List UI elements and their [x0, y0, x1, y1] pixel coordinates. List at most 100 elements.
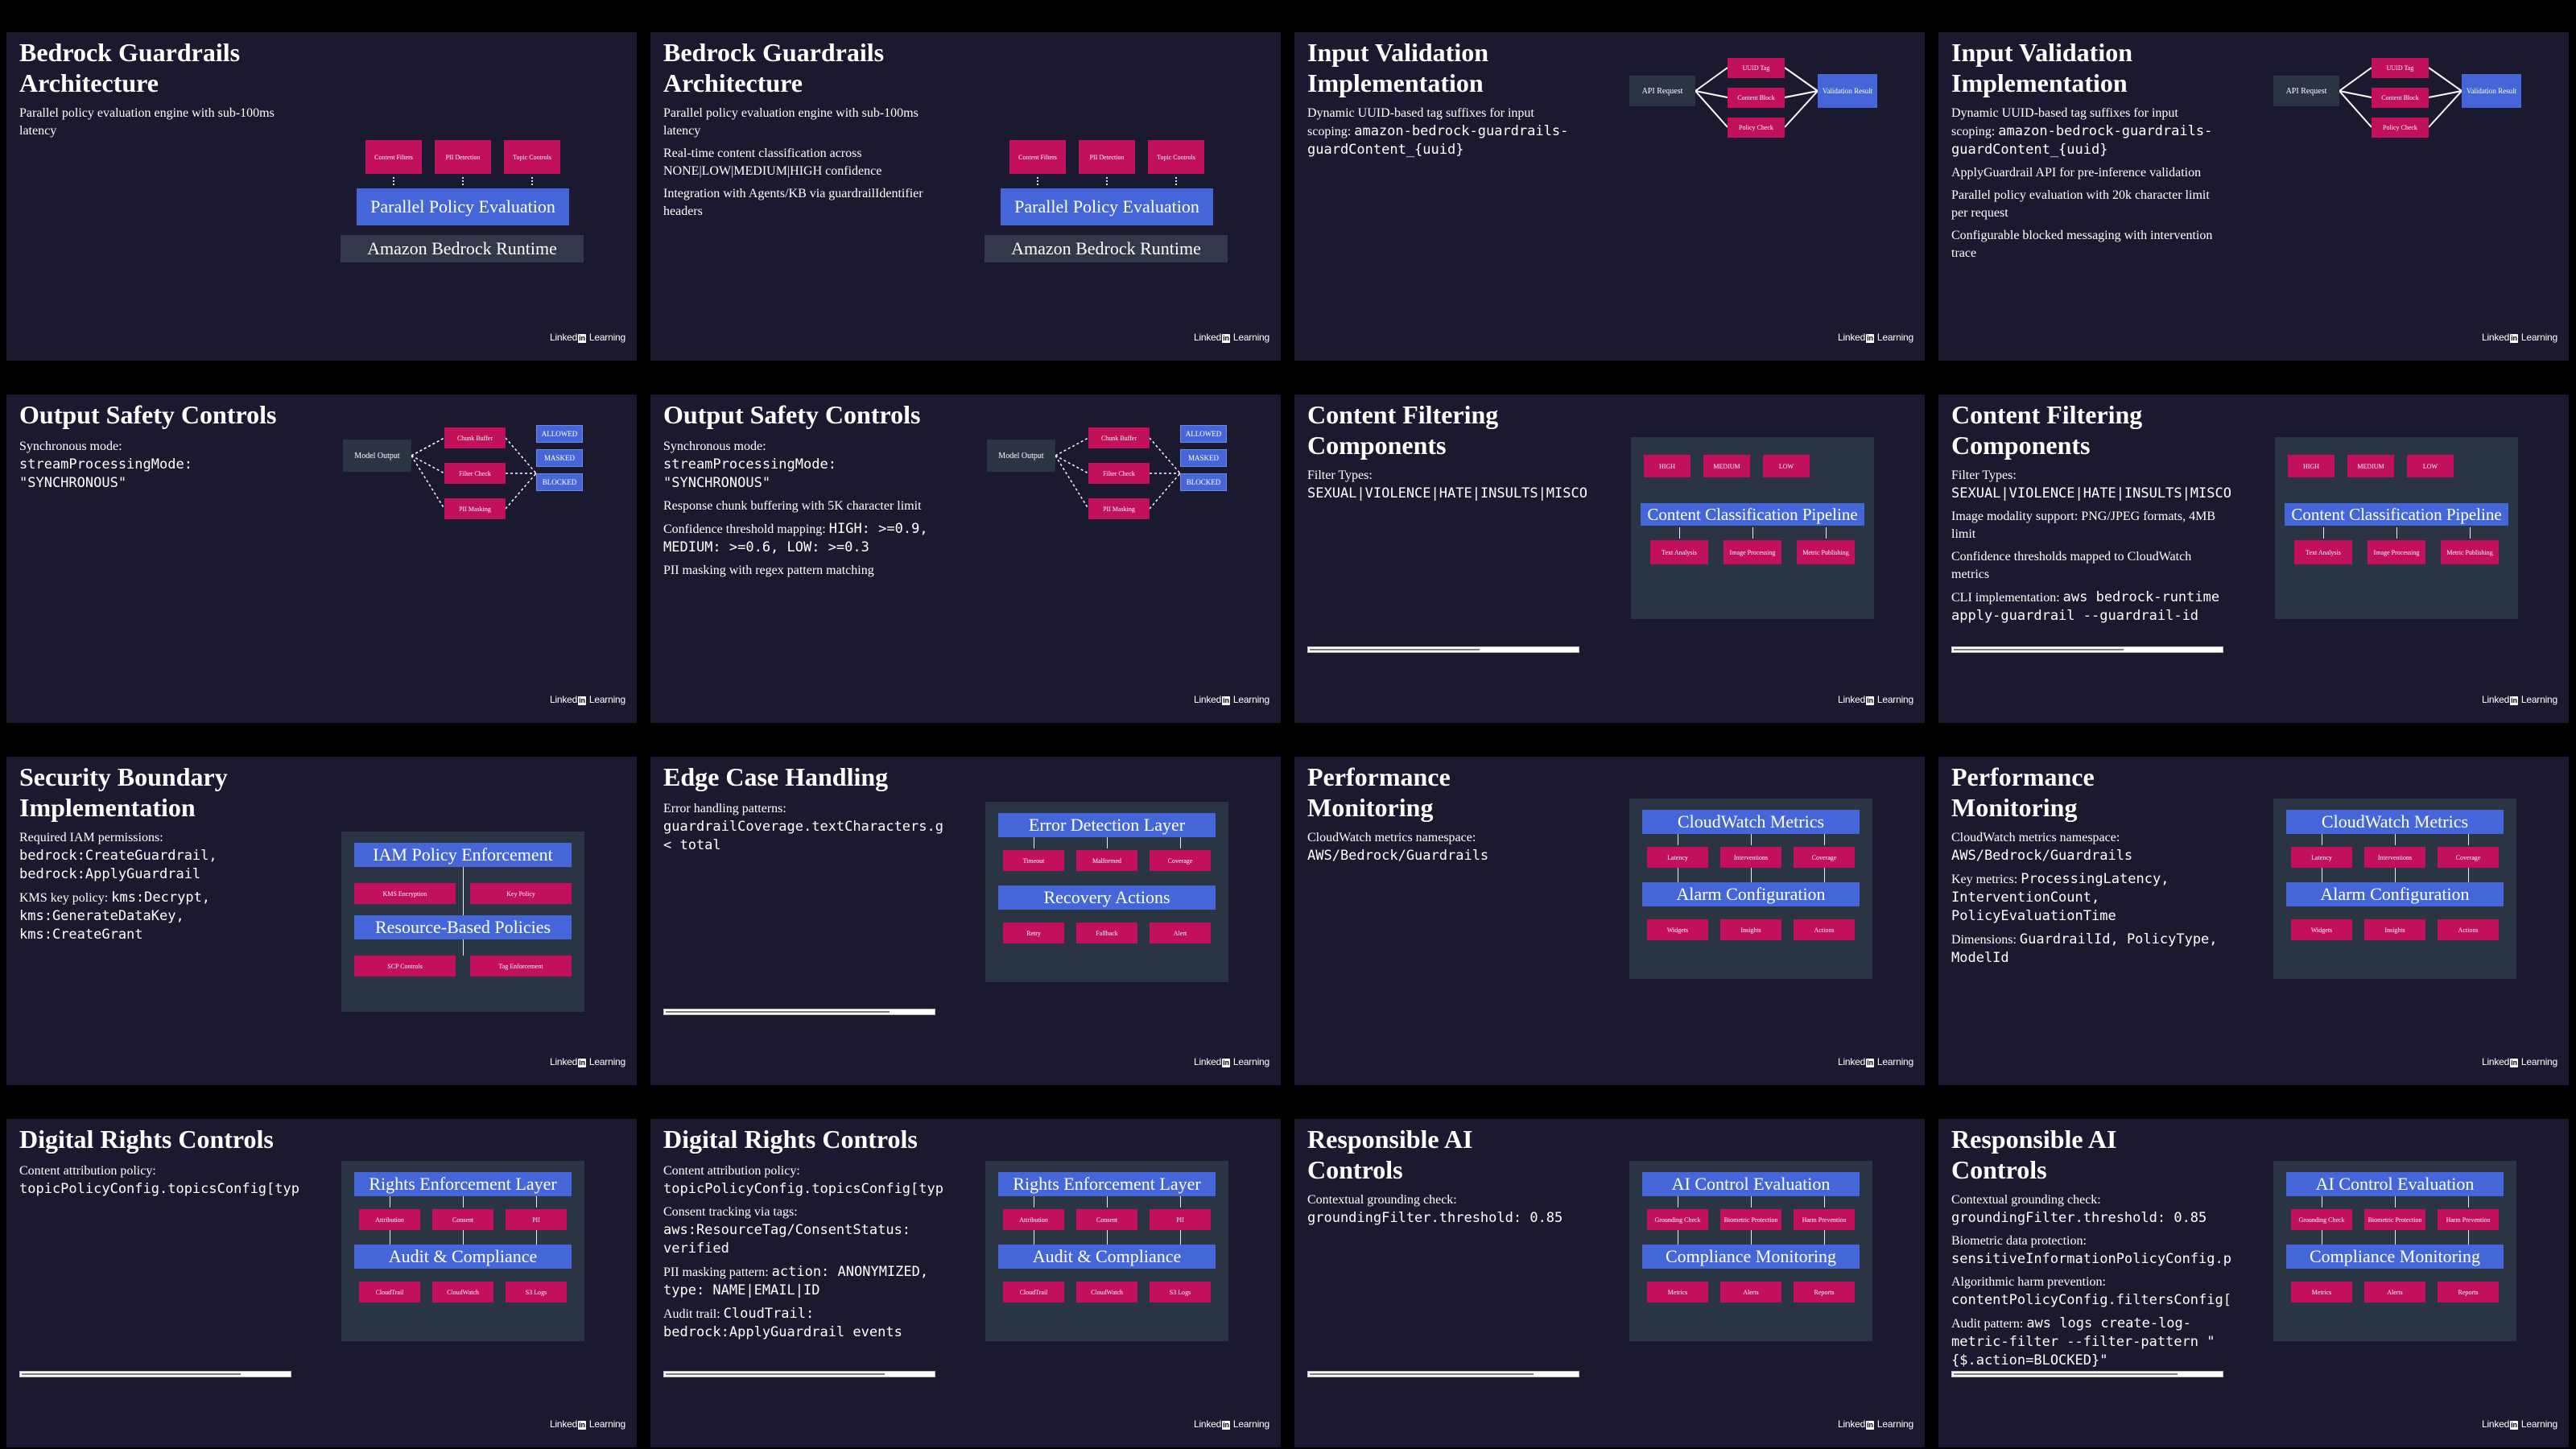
metric-publishing-box: Metric Publishing: [1797, 540, 1855, 564]
model-output-box: Model Output: [987, 440, 1055, 472]
progress-bar[interactable]: [663, 1009, 935, 1015]
connector: [536, 1196, 537, 1208]
widgets-box: Widgets: [2291, 919, 2352, 940]
linkedin-learning-logo: Linked in Learning: [2481, 694, 2557, 705]
slide-title: Content Filtering Components: [1951, 400, 2143, 460]
progress-bar[interactable]: [1307, 1371, 1579, 1377]
connector: [2395, 1196, 2396, 1208]
latency-box: Latency: [2291, 847, 2352, 868]
slide-9[interactable]: Security Boundary Implementation Require…: [6, 757, 637, 1085]
progress-fill: [666, 1373, 885, 1375]
slide-15[interactable]: Responsible AI Controls Contextual groun…: [1294, 1119, 1925, 1447]
connector: [536, 1230, 537, 1245]
biometric-protection-box: Biometric Protection: [1720, 1209, 1781, 1230]
grounding-check-box: Grounding Check: [2291, 1209, 2352, 1230]
connector: [2395, 868, 2396, 882]
compliance-monitoring-box: Compliance Monitoring: [2286, 1245, 2504, 1269]
retry-box: Retry: [1003, 923, 1064, 943]
progress-bar[interactable]: [1951, 1371, 2223, 1377]
connector: [1824, 834, 1825, 845]
slide-body: Parallel policy evaluation engine with s…: [663, 105, 933, 225]
progress-fill: [666, 1011, 890, 1013]
bullet: CloudWatch metrics namespace: AWS/Bedroc…: [1307, 831, 1489, 864]
actions-box: Actions: [1794, 919, 1855, 940]
recovery-actions-box: Recovery Actions: [998, 886, 1216, 910]
connector: [2468, 868, 2469, 882]
bullet: Audit trail: CloudTrail: bedrock:ApplyGu…: [663, 1306, 902, 1340]
flow-connectors: [411, 437, 537, 510]
slide-2[interactable]: Bedrock Guardrails Architecture Parallel…: [650, 32, 1281, 361]
pii-box: PII: [506, 1209, 567, 1230]
uuid-tag-box: UUID Tag: [1728, 58, 1785, 78]
slide-5[interactable]: Output Safety Controls Synchronous mode:…: [6, 394, 637, 723]
ai-control-evaluation-box: AI Control Evaluation: [2286, 1172, 2504, 1196]
kms-encryption-box: KMS Encryption: [354, 883, 456, 904]
slide-13[interactable]: Digital Rights Controls Content attribut…: [6, 1119, 637, 1447]
slide-6[interactable]: Output Safety Controls Synchronous mode:…: [650, 394, 1281, 723]
slide-3[interactable]: Input Validation Implementation Dynamic …: [1294, 32, 1925, 361]
progress-bar[interactable]: [663, 1371, 935, 1377]
progress-bar[interactable]: [1307, 646, 1579, 653]
slide-10[interactable]: Edge Case Handling Error handling patter…: [650, 757, 1281, 1085]
diagram-panel: Rights Enforcement Layer Attribution Con…: [341, 1161, 584, 1341]
coverage-box: Coverage: [1794, 847, 1855, 868]
slide-8[interactable]: Content Filtering Components Filter Type…: [1938, 394, 2569, 723]
ai-control-evaluation-box: AI Control Evaluation: [1642, 1172, 1860, 1196]
connector: [2395, 1230, 2396, 1245]
slide-body: CloudWatch metrics namespace: AWS/Bedroc…: [1307, 829, 1577, 870]
cloudwatch-metrics-box: CloudWatch Metrics: [2286, 810, 2504, 834]
malformed-box: Malformed: [1076, 850, 1137, 871]
bullet: Parallel policy evaluation engine with s…: [19, 106, 275, 138]
linkedin-learning-logo: Linked in Learning: [1193, 332, 1269, 343]
bullet: Required IAM permissions: bedrock:Create…: [19, 831, 217, 882]
linkedin-learning-logo: Linked in Learning: [549, 332, 625, 343]
connector: [1175, 177, 1177, 185]
scp-controls-box: SCP Controls: [354, 956, 456, 976]
connector: [2323, 527, 2324, 539]
slide-7[interactable]: Content Filtering Components Filter Type…: [1294, 394, 1925, 723]
bullet: Audit pattern: aws logs create-log-metri…: [1951, 1315, 2215, 1368]
uuid-tag-box: UUID Tag: [2372, 58, 2429, 78]
connector: [1180, 1196, 1181, 1208]
slide-14[interactable]: Digital Rights Controls Content attribut…: [650, 1119, 1281, 1447]
bedrock-runtime-box: Amazon Bedrock Runtime: [341, 235, 584, 262]
diagram-box-content-filters: Content Filters: [1009, 140, 1066, 174]
connector: [1751, 834, 1752, 845]
linkedin-learning-logo: Linked in Learning: [1193, 694, 1269, 705]
connector: [2396, 527, 2397, 539]
linkedin-learning-logo: Linked in Learning: [1837, 1056, 1913, 1067]
slide-body: Filter Types: SEXUAL|VIOLENCE|HATE|INSUL…: [1951, 467, 2231, 630]
pii-masking-box: PII Masking: [444, 498, 506, 519]
progress-bar[interactable]: [1951, 646, 2223, 653]
s3-logs-box: S3 Logs: [506, 1282, 567, 1302]
level-medium-box: MEDIUM: [2347, 455, 2394, 477]
slide-1[interactable]: Bedrock Guardrails Architecture Parallel…: [6, 32, 637, 361]
slide-12[interactable]: Performance Monitoring CloudWatch metric…: [1938, 757, 2569, 1085]
error-detection-layer-box: Error Detection Layer: [998, 813, 1216, 837]
reports-box: Reports: [1794, 1282, 1855, 1302]
bullet: Confidence thresholds mapped to CloudWat…: [1951, 550, 2192, 581]
latency-box: Latency: [1647, 847, 1708, 868]
consent-box: Consent: [432, 1209, 493, 1230]
bedrock-runtime-box: Amazon Bedrock Runtime: [985, 235, 1228, 262]
slide-16[interactable]: Responsible AI Controls Contextual groun…: [1938, 1119, 2569, 1447]
bullet: Filter Types: SEXUAL|VIOLENCE|HATE|INSUL…: [1951, 469, 2231, 502]
blocked-box: BLOCKED: [536, 473, 583, 491]
bullet: Image modality support: PNG/JPEG formats…: [1951, 510, 2215, 541]
slide-4[interactable]: Input Validation Implementation Dynamic …: [1938, 32, 2569, 361]
bullet: Parallel policy evaluation engine with s…: [663, 106, 919, 138]
connector: [1751, 1230, 1752, 1245]
policy-check-box: Policy Check: [2372, 118, 2429, 138]
linkedin-learning-logo: Linked in Learning: [1837, 694, 1913, 705]
connector: [393, 177, 394, 185]
content-classification-pipeline-box: Content Classification Pipeline: [1641, 503, 1864, 526]
pii-masking-box: PII Masking: [1088, 498, 1150, 519]
filter-check-box: Filter Check: [444, 463, 506, 484]
audit-compliance-box: Audit & Compliance: [354, 1245, 572, 1269]
alarm-configuration-box: Alarm Configuration: [1642, 882, 1860, 906]
progress-bar[interactable]: [19, 1371, 291, 1377]
slide-11[interactable]: Performance Monitoring CloudWatch metric…: [1294, 757, 1925, 1085]
connector: [1751, 1196, 1752, 1208]
validation-result-box: Validation Result: [2462, 74, 2521, 108]
chunk-buffer-box: Chunk Buffer: [1088, 427, 1150, 448]
